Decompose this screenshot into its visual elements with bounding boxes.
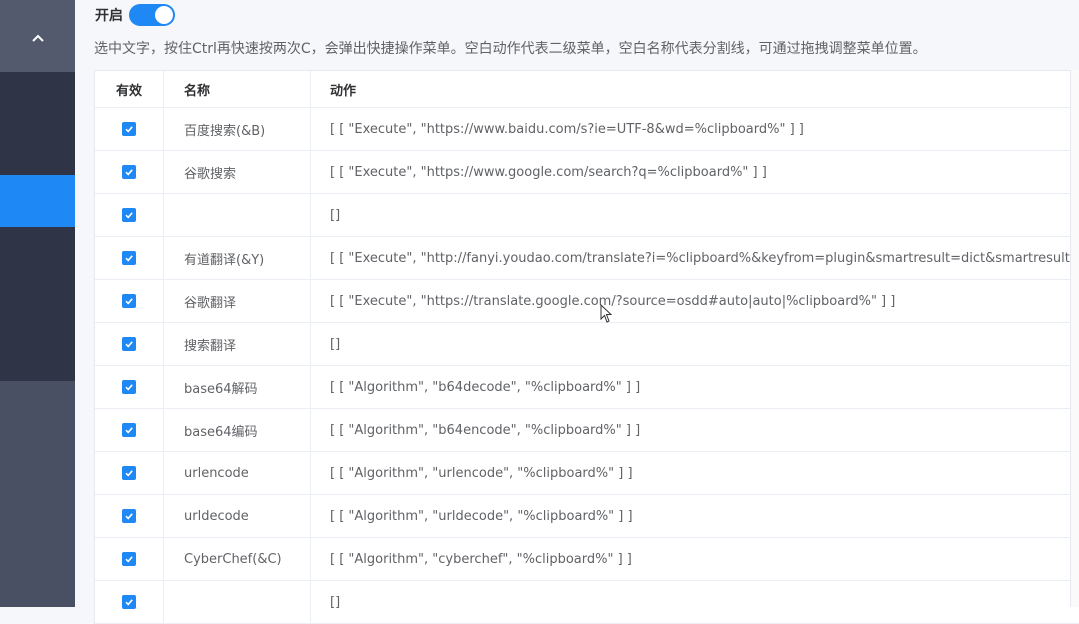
mouse-cursor-icon <box>600 304 613 323</box>
name-cell[interactable]: CyberChef(&C) <box>164 538 311 580</box>
valid-cell <box>95 581 164 623</box>
name-cell[interactable]: base64解码 <box>164 366 311 408</box>
checkbox-checked-icon[interactable] <box>122 294 136 308</box>
table-row[interactable]: urldecode[ [ "Algorithm", "urldecode", "… <box>95 495 1079 538</box>
action-cell[interactable]: [ [ "Execute", "http://fanyi.youdao.com/… <box>311 237 1079 279</box>
sidebar-footer <box>0 381 75 607</box>
table-row[interactable]: CyberChef(&C)[ [ "Algorithm", "cyberchef… <box>95 538 1079 581</box>
toggle-knob <box>155 6 173 24</box>
checkbox-checked-icon[interactable] <box>122 251 136 265</box>
sidebar-item-active[interactable] <box>0 175 75 227</box>
valid-cell <box>95 194 164 236</box>
table-row[interactable]: base64解码[ [ "Algorithm", "b64decode", "%… <box>95 366 1079 409</box>
table-header: 有效 名称 动作 <box>95 71 1079 108</box>
action-cell[interactable]: [] <box>311 581 1079 623</box>
table-row[interactable]: [] <box>95 581 1079 624</box>
column-header-valid[interactable]: 有效 <box>95 71 164 107</box>
usage-hint: 选中文字，按住Ctrl再快速按两次C，会弹出快捷操作菜单。空白动作代表二级菜单，… <box>94 41 927 57</box>
action-cell[interactable]: [ [ "Algorithm", "b64encode", "%clipboar… <box>311 409 1079 451</box>
switch-label: 开启 <box>95 8 123 24</box>
action-cell[interactable]: [ [ "Algorithm", "cyberchef", "%clipboar… <box>311 538 1079 580</box>
action-cell[interactable]: [ [ "Algorithm", "urldecode", "%clipboar… <box>311 495 1079 537</box>
name-cell[interactable]: urlencode <box>164 452 311 494</box>
table-row[interactable]: base64编码[ [ "Algorithm", "b64encode", "%… <box>95 409 1079 452</box>
table-scrollbar[interactable] <box>1070 70 1079 607</box>
table-row[interactable]: 搜索翻译[] <box>95 323 1079 366</box>
action-cell[interactable]: [ [ "Execute", "https://www.baidu.com/s?… <box>311 108 1079 150</box>
name-cell[interactable] <box>164 581 311 623</box>
checkbox-checked-icon[interactable] <box>122 509 136 523</box>
sidebar-collapse-toggle[interactable] <box>0 0 75 72</box>
name-cell[interactable]: 百度搜索(&B) <box>164 108 311 150</box>
valid-cell <box>95 323 164 365</box>
name-cell[interactable]: urldecode <box>164 495 311 537</box>
action-cell[interactable]: [ [ "Algorithm", "b64decode", "%clipboar… <box>311 366 1079 408</box>
checkbox-checked-icon[interactable] <box>122 337 136 351</box>
enable-toggle[interactable] <box>129 4 175 26</box>
column-header-name[interactable]: 名称 <box>164 71 311 107</box>
sidebar <box>0 0 75 607</box>
table-row[interactable]: 谷歌搜索[ [ "Execute", "https://www.google.c… <box>95 151 1079 194</box>
menu-table: 有效 名称 动作 百度搜索(&B)[ [ "Execute", "https:/… <box>94 70 1079 624</box>
action-cell[interactable]: [ [ "Execute", "https://translate.google… <box>311 280 1079 322</box>
valid-cell <box>95 495 164 537</box>
valid-cell <box>95 538 164 580</box>
action-cell[interactable]: [ [ "Algorithm", "urlencode", "%clipboar… <box>311 452 1079 494</box>
action-cell[interactable]: [ [ "Execute", "https://www.google.com/s… <box>311 151 1079 193</box>
column-header-action[interactable]: 动作 <box>311 71 1079 107</box>
action-cell[interactable]: [] <box>311 323 1079 365</box>
valid-cell <box>95 237 164 279</box>
checkbox-checked-icon[interactable] <box>122 552 136 566</box>
table-row[interactable]: urlencode[ [ "Algorithm", "urlencode", "… <box>95 452 1079 495</box>
name-cell[interactable] <box>164 194 311 236</box>
valid-cell <box>95 366 164 408</box>
table-row[interactable]: 有道翻译(&Y)[ [ "Execute", "http://fanyi.you… <box>95 237 1079 280</box>
checkbox-checked-icon[interactable] <box>122 466 136 480</box>
checkbox-checked-icon[interactable] <box>122 380 136 394</box>
name-cell[interactable]: 搜索翻译 <box>164 323 311 365</box>
action-cell[interactable]: [] <box>311 194 1079 236</box>
valid-cell <box>95 280 164 322</box>
valid-cell <box>95 108 164 150</box>
table-row[interactable]: [] <box>95 194 1079 237</box>
main-content: 开启 选中文字，按住Ctrl再快速按两次C，会弹出快捷操作菜单。空白动作代表二级… <box>75 0 1079 624</box>
name-cell[interactable]: 谷歌搜索 <box>164 151 311 193</box>
checkbox-checked-icon[interactable] <box>122 122 136 136</box>
valid-cell <box>95 151 164 193</box>
valid-cell <box>95 409 164 451</box>
table-row[interactable]: 谷歌翻译[ [ "Execute", "https://translate.go… <box>95 280 1079 323</box>
name-cell[interactable]: 谷歌翻译 <box>164 280 311 322</box>
name-cell[interactable]: 有道翻译(&Y) <box>164 237 311 279</box>
checkbox-checked-icon[interactable] <box>122 423 136 437</box>
valid-cell <box>95 452 164 494</box>
enable-switch-row: 开启 <box>95 4 175 26</box>
checkbox-checked-icon[interactable] <box>122 165 136 179</box>
table-row[interactable]: 百度搜索(&B)[ [ "Execute", "https://www.baid… <box>95 108 1079 151</box>
checkbox-checked-icon[interactable] <box>122 208 136 222</box>
chevron-up-icon[interactable] <box>30 30 46 46</box>
name-cell[interactable]: base64编码 <box>164 409 311 451</box>
